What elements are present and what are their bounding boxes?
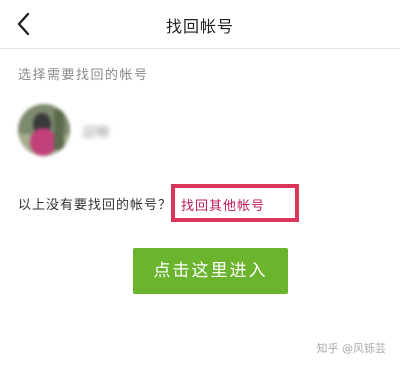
find-other-account-label: 找回其他帐号 — [181, 199, 266, 214]
header-divider — [0, 48, 400, 49]
page-title: 找回帐号 — [165, 17, 234, 36]
enter-button[interactable]: 点击这里进入 — [133, 248, 288, 294]
avatar — [18, 104, 70, 156]
find-account-page: 找回帐号 选择需要找回的帐号 迎晰 以上没有要找回的帐号？ 找回其他帐号 点击这… — [0, 0, 400, 366]
account-list-item[interactable]: 迎晰 — [18, 104, 318, 166]
other-account-prompt: 以上没有要找回的帐号？ — [18, 198, 173, 213]
top-bar: 找回帐号 — [0, 0, 400, 48]
watermark: 知乎 @风铄芸 — [316, 342, 387, 355]
account-name: 迎晰 — [82, 125, 110, 141]
section-label: 选择需要找回的帐号 — [18, 68, 149, 83]
find-other-account-link[interactable]: 找回其他帐号 — [171, 184, 299, 222]
